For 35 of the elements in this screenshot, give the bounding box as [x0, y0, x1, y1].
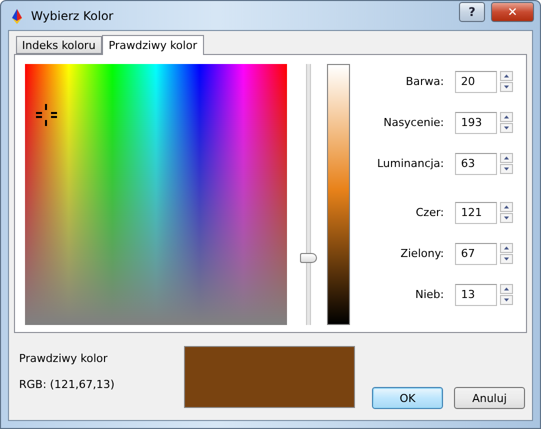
window-title: Wybierz Kolor: [31, 8, 114, 22]
spin-down-icon[interactable]: [500, 123, 513, 133]
spin-up-icon[interactable]: [500, 243, 513, 253]
spin-up-icon[interactable]: [500, 71, 513, 81]
field-label: Czer:: [414, 206, 444, 219]
field-label: Luminancja:: [376, 157, 444, 170]
number-field[interactable]: 63: [455, 152, 497, 174]
spin-down-icon[interactable]: [500, 213, 513, 223]
color-mode-label: Prawdziwy kolor: [19, 352, 109, 365]
number-field[interactable]: 67: [455, 242, 497, 264]
field-label: Nieb:: [414, 288, 444, 301]
slider-thumb[interactable]: [300, 253, 317, 264]
app-logo-icon: [9, 8, 25, 24]
spin-up-icon[interactable]: [500, 284, 513, 294]
number-field[interactable]: 20: [455, 70, 497, 92]
ok-button[interactable]: OK: [372, 387, 443, 409]
spin-up-icon[interactable]: [500, 112, 513, 122]
number-field[interactable]: 13: [455, 284, 497, 306]
tab[interactable]: Prawdziwy kolor: [102, 35, 204, 55]
spin-down-icon[interactable]: [500, 295, 513, 305]
number-field[interactable]: 193: [455, 112, 497, 134]
spin-down-icon[interactable]: [500, 254, 513, 264]
close-button[interactable]: ✕: [491, 2, 534, 22]
help-button[interactable]: ?: [459, 2, 485, 22]
spin-down-icon[interactable]: [500, 164, 513, 174]
field-label: Barwa:: [404, 75, 444, 88]
number-field[interactable]: 121: [455, 202, 497, 224]
rgb-value-text: RGB: (121,67,13): [19, 378, 116, 391]
spin-up-icon[interactable]: [500, 202, 513, 212]
cancel-button[interactable]: Anuluj: [454, 387, 525, 409]
spin-down-icon[interactable]: [500, 82, 513, 92]
tab[interactable]: Indeks koloru: [16, 36, 102, 54]
spin-up-icon[interactable]: [500, 153, 513, 163]
field-label: Nasycenie:: [382, 116, 444, 129]
field-label: Zielony:: [399, 247, 444, 260]
